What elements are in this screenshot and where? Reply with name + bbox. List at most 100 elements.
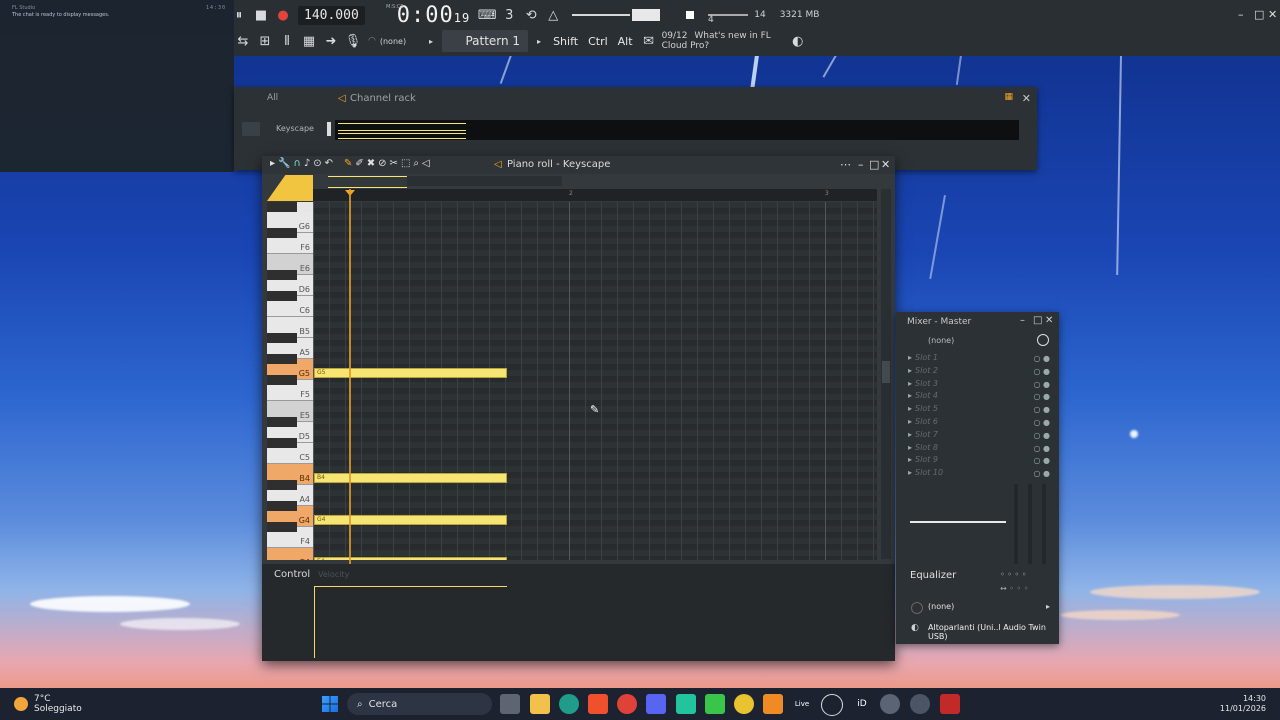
slot-toggle-icon[interactable]: ○ ● xyxy=(1033,444,1050,453)
stop-icon[interactable]: ■ xyxy=(252,6,270,24)
chrome-icon[interactable] xyxy=(617,694,637,714)
tempo-display[interactable]: 140.000 xyxy=(298,5,365,25)
fader-3[interactable] xyxy=(1042,484,1046,564)
snap-icon[interactable]: ⇆ xyxy=(234,32,252,50)
metronome-icon[interactable]: ⊙ xyxy=(313,158,321,169)
taskbar-search[interactable]: ⌕ Cerca xyxy=(347,693,492,715)
shift-key[interactable]: Shift xyxy=(548,35,583,48)
velocity-line[interactable] xyxy=(314,586,507,587)
control-param[interactable]: Velocity xyxy=(318,570,349,579)
piano-key-black[interactable] xyxy=(267,202,297,212)
channel-button[interactable] xyxy=(242,122,260,136)
mixer-slot[interactable]: ▸ Slot 7 ○ ● xyxy=(908,430,1058,442)
taskbar-clock[interactable]: 14:30 11/01/2026 xyxy=(1220,694,1266,714)
channel-filter[interactable]: All xyxy=(267,93,278,103)
chevron-right-icon[interactable]: ▸ xyxy=(908,366,912,375)
slot-toggle-icon[interactable]: ○ ● xyxy=(1033,380,1050,389)
undo-icon[interactable]: ↶ xyxy=(325,158,333,169)
id-icon[interactable]: iD xyxy=(852,694,872,714)
piano-key-black[interactable] xyxy=(267,438,297,448)
hint-icon[interactable]: ⊞ xyxy=(256,32,274,50)
note-g4[interactable]: G4 xyxy=(314,515,507,525)
close-icon[interactable]: ✕ xyxy=(1045,315,1053,326)
pattern-selector[interactable]: Pattern 1 xyxy=(442,30,529,52)
alt-key[interactable]: Alt xyxy=(613,35,638,48)
output-enable[interactable] xyxy=(911,602,923,614)
piano-key-black[interactable] xyxy=(267,354,297,364)
chevron-right-icon[interactable]: ▸ xyxy=(908,430,912,439)
chevron-right-icon[interactable]: ▸ xyxy=(422,32,440,50)
maximize-icon[interactable]: □ xyxy=(1254,8,1264,21)
channel-name[interactable]: Keyscape xyxy=(276,124,314,133)
piano-key-black[interactable] xyxy=(267,522,297,532)
scroll-thumb[interactable] xyxy=(882,361,890,383)
mixer-slot[interactable]: ▸ Slot 5 ○ ● xyxy=(908,404,1058,416)
windows-start-icon[interactable] xyxy=(322,696,338,712)
chevron-right-icon[interactable]: ▸ xyxy=(908,379,912,388)
note-e4[interactable]: E4 xyxy=(314,557,507,560)
vertical-scrollbar[interactable] xyxy=(881,189,891,559)
channel-rack-tools[interactable]: ▦ xyxy=(1004,92,1013,102)
mixer-slot[interactable]: ▸ Slot 3 ○ ● xyxy=(908,379,1058,391)
app-support-icon[interactable] xyxy=(910,694,930,714)
channel-volume[interactable] xyxy=(327,122,331,136)
options-icon[interactable]: ⋯ xyxy=(840,158,851,171)
slot-toggle-icon[interactable]: ○ ● xyxy=(1033,405,1050,414)
chevron-right-icon[interactable]: ▸ xyxy=(908,404,912,413)
slot-toggle-icon[interactable]: ○ ● xyxy=(1033,392,1050,401)
mixer-slot[interactable]: ▸ Slot 4 ○ ● xyxy=(908,391,1058,403)
weather-widget[interactable]: 7°C Soleggiato xyxy=(14,694,82,714)
metronome-icon[interactable]: △ xyxy=(544,6,562,24)
app-yellow-icon[interactable] xyxy=(734,694,754,714)
piano-key-black[interactable] xyxy=(267,270,297,280)
mixer-slot[interactable]: ▸ Slot 1 ○ ● xyxy=(908,353,1058,365)
brush-icon[interactable]: ✐ xyxy=(355,158,363,169)
pencil-icon[interactable]: ✎ xyxy=(344,158,352,169)
typing-keyboard-icon[interactable]: ⌨ xyxy=(478,6,497,24)
ableton-live-icon[interactable]: Live xyxy=(792,694,812,714)
fader-1[interactable] xyxy=(1014,484,1018,564)
slot-toggle-icon[interactable]: ○ ● xyxy=(1033,354,1050,363)
record-icon[interactable]: ● xyxy=(274,6,292,24)
fl-studio-icon[interactable] xyxy=(763,694,783,714)
channel-steps[interactable] xyxy=(335,120,1019,140)
slot-toggle-icon[interactable]: ○ ● xyxy=(1033,469,1050,478)
eq-knobs[interactable]: ◦ ◦ ◦ ◦ xyxy=(1000,570,1027,579)
mixer-icon[interactable]: ⫴ xyxy=(278,32,296,50)
master-volume-slider[interactable] xyxy=(572,14,631,16)
minimize-icon[interactable]: – xyxy=(1020,315,1025,326)
wrench-icon[interactable]: 🔧 xyxy=(278,158,290,169)
piano-keyboard[interactable]: G6 F6 E6 D6 C6 B5 A5 G5 F5 E5 D5 C5 B4 A4 G4 F4 E4 xyxy=(267,202,313,560)
channel-rack-icon[interactable]: ▦ xyxy=(300,32,318,50)
piano-key-black[interactable] xyxy=(267,417,297,427)
chevron-right-icon[interactable]: ▸ xyxy=(908,468,912,477)
eq-knobs-low[interactable]: ↔ ◦ ◦ ◦ xyxy=(1000,584,1029,593)
minimize-icon[interactable]: – xyxy=(858,158,864,171)
note-grid[interactable]: G5 B4 G4 E4 xyxy=(313,202,877,560)
news-icon[interactable]: ✉ xyxy=(640,32,658,50)
slot-toggle-icon[interactable]: ○ ● xyxy=(1033,456,1050,465)
chevron-right-icon[interactable]: ▸ xyxy=(908,391,912,400)
piano-key-black[interactable] xyxy=(267,375,297,385)
pattern-overview[interactable] xyxy=(328,176,407,188)
mixer-slot[interactable]: ▸ Slot 10 ○ ● xyxy=(908,468,1058,480)
audio-output[interactable]: Altoparlanti (Uni..l Audio Twin USB) xyxy=(928,623,1059,641)
app-green-icon[interactable] xyxy=(676,694,696,714)
master-pitch-slider[interactable] xyxy=(632,9,661,21)
piano-key-black[interactable] xyxy=(267,501,297,511)
note-g5[interactable]: G5 xyxy=(314,368,507,378)
magnet-icon[interactable]: ∩ xyxy=(293,158,300,169)
mixer-slot[interactable]: ▸ Slot 2 ○ ● xyxy=(908,366,1058,378)
slot-toggle-icon[interactable]: ○ ● xyxy=(1033,431,1050,440)
slice-icon[interactable]: ✂ xyxy=(390,158,398,169)
app-red-icon[interactable] xyxy=(940,694,960,714)
maximize-icon[interactable]: □ xyxy=(1033,315,1042,326)
mute-icon[interactable]: ⊘ xyxy=(378,158,386,169)
piano-key-black[interactable] xyxy=(267,480,297,490)
input-none[interactable]: (none) xyxy=(380,37,406,46)
chevron-right-icon[interactable]: ▸ xyxy=(908,353,912,362)
chevron-right-icon[interactable]: ▸ xyxy=(1046,602,1050,611)
discord-icon[interactable] xyxy=(646,694,666,714)
news-panel[interactable]: 09/12 What's new in FL Cloud Pro? xyxy=(662,31,771,51)
brave-icon[interactable] xyxy=(588,694,608,714)
